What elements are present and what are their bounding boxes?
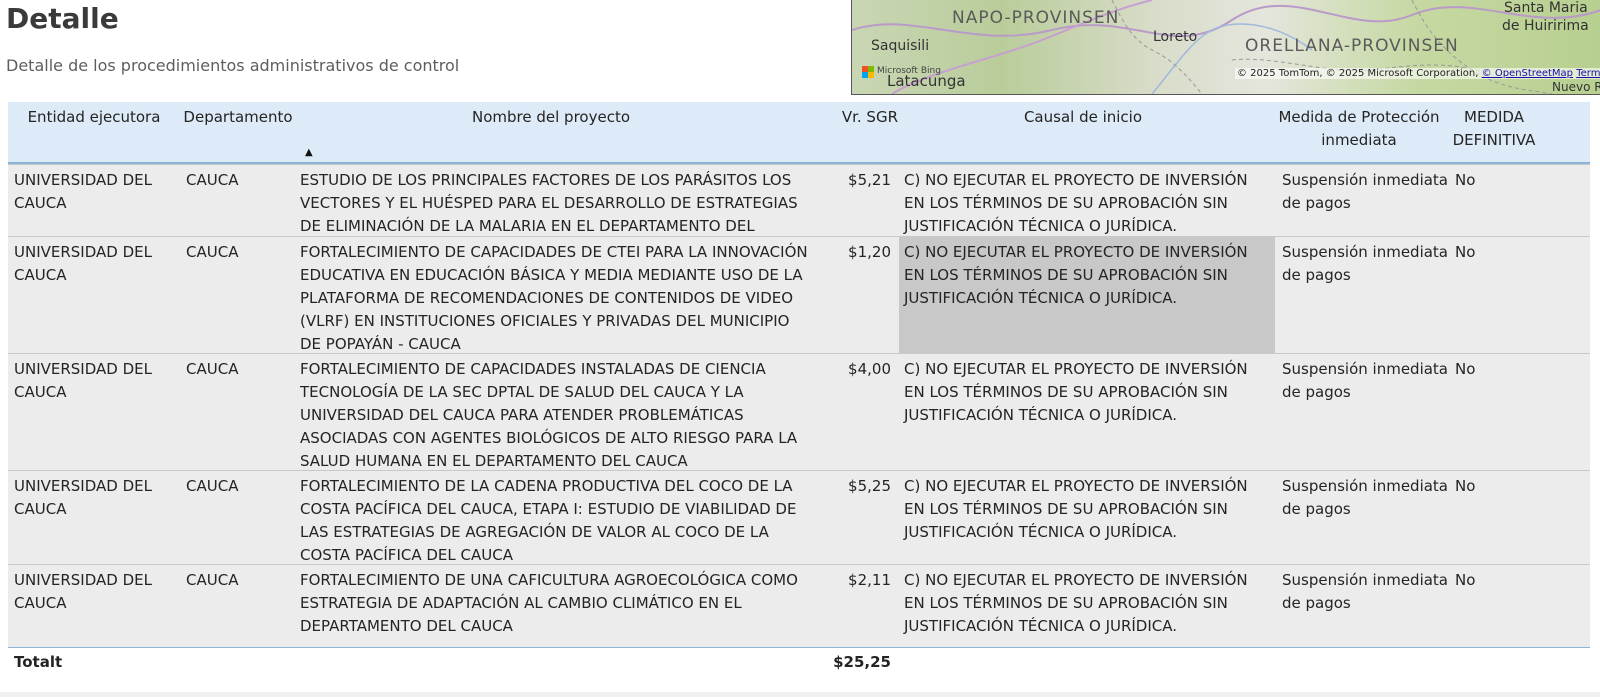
cell-medida[interactable]: Suspensión inmediata de pagos bbox=[1282, 475, 1452, 521]
map-copyright-text: © 2025 TomTom, © 2025 Microsoft Corporat… bbox=[1237, 68, 1479, 79]
cell-departamento[interactable]: CAUCA bbox=[186, 475, 296, 498]
cell-definitiva[interactable]: No bbox=[1455, 169, 1535, 192]
page-title: Detalle bbox=[6, 2, 119, 35]
table-row[interactable]: UNIVERSIDAD DEL CAUCA CAUCA FORTALECIMIENT… bbox=[8, 470, 1590, 565]
detail-table: Entidad ejecutora Departamento Nombre de… bbox=[8, 102, 1590, 164]
sort-ascending-icon[interactable]: ▲ bbox=[305, 147, 313, 158]
map-label-saquisili: Saquisili bbox=[871, 38, 930, 54]
cell-valor[interactable]: $1,20 bbox=[806, 241, 891, 264]
cell-nombre[interactable]: FORTALECIMIENTO DE UNA CAFICULTURA AGROE… bbox=[300, 569, 810, 638]
total-value: $25,25 bbox=[833, 653, 891, 671]
cell-entidad[interactable]: UNIVERSIDAD DEL CAUCA bbox=[14, 358, 174, 404]
header-definitiva[interactable]: MEDIDA DEFINITIVA bbox=[1444, 106, 1544, 152]
header-departamento[interactable]: Departamento bbox=[180, 106, 296, 129]
cell-departamento[interactable]: CAUCA bbox=[186, 358, 296, 381]
cell-causal[interactable]: C) NO EJECUTAR EL PROYECTO DE INVERSIÓN … bbox=[904, 569, 1266, 638]
table-row[interactable]: UNIVERSIDAD DEL CAUCA CAUCA FORTALECIMIENT… bbox=[8, 236, 1590, 354]
cell-definitiva[interactable]: No bbox=[1455, 475, 1535, 498]
terms-link[interactable]: Terms bbox=[1576, 68, 1600, 79]
osm-link[interactable]: © OpenStreetMap bbox=[1482, 68, 1573, 79]
cell-definitiva[interactable]: No bbox=[1455, 358, 1535, 381]
cell-medida[interactable]: Suspensión inmediata de pagos bbox=[1282, 169, 1452, 215]
header-nombre[interactable]: Nombre del proyecto bbox=[296, 106, 806, 129]
cell-valor[interactable]: $4,00 bbox=[806, 358, 891, 381]
cell-medida[interactable]: Suspensión inmediata de pagos bbox=[1282, 358, 1452, 404]
cell-definitiva[interactable]: No bbox=[1455, 241, 1535, 264]
header-causal[interactable]: Causal de inicio bbox=[898, 106, 1268, 129]
cell-nombre[interactable]: FORTALECIMIENTO DE CAPACIDADES DE CTEI P… bbox=[300, 241, 810, 356]
cell-departamento[interactable]: CAUCA bbox=[186, 569, 296, 592]
total-divider bbox=[8, 647, 1590, 648]
map-label-santa-maria: Santa Maria bbox=[1504, 0, 1588, 16]
cell-valor[interactable]: $5,25 bbox=[806, 475, 891, 498]
cell-nombre[interactable]: FORTALECIMIENTO DE LA CADENA PRODUCTIVA … bbox=[300, 475, 810, 567]
cell-entidad[interactable]: UNIVERSIDAD DEL CAUCA bbox=[14, 169, 174, 215]
map-label-loreto: Loreto bbox=[1153, 29, 1198, 45]
bing-attribution: Microsoft Bing bbox=[877, 66, 941, 76]
header-medida[interactable]: Medida de Protección inmediata bbox=[1274, 106, 1444, 152]
microsoft-logo-icon bbox=[862, 66, 874, 78]
cell-definitiva[interactable]: No bbox=[1455, 569, 1535, 592]
map-label-orellana: ORELLANA-PROVINSEN bbox=[1245, 36, 1459, 56]
table-row[interactable]: UNIVERSIDAD DEL CAUCA CAUCA ESTUDIO DE LOS… bbox=[8, 164, 1590, 258]
cell-valor[interactable]: $2,11 bbox=[806, 569, 891, 592]
cell-causal[interactable]: C) NO EJECUTAR EL PROYECTO DE INVERSIÓN … bbox=[904, 475, 1266, 544]
header-valor[interactable]: Vr. SGR bbox=[808, 106, 898, 129]
total-label: Totalt bbox=[14, 653, 63, 671]
cell-medida[interactable]: Suspensión inmediata de pagos bbox=[1282, 241, 1452, 287]
table-header: Entidad ejecutora Departamento Nombre de… bbox=[8, 102, 1590, 164]
cell-entidad[interactable]: UNIVERSIDAD DEL CAUCA bbox=[14, 241, 174, 287]
page-subtitle: Detalle de los procedimientos administra… bbox=[6, 56, 460, 75]
table-row[interactable]: UNIVERSIDAD DEL CAUCA CAUCA FORTALECIMIENT… bbox=[8, 564, 1590, 648]
cell-causal[interactable]: C) NO EJECUTAR EL PROYECTO DE INVERSIÓN … bbox=[904, 241, 1266, 310]
cell-valor[interactable]: $5,21 bbox=[806, 169, 891, 192]
map-label-nuevo: Nuevo R bbox=[1552, 80, 1600, 94]
map-copyright: © 2025 TomTom, © 2025 Microsoft Corporat… bbox=[1235, 68, 1600, 79]
cell-entidad[interactable]: UNIVERSIDAD DEL CAUCA bbox=[14, 475, 174, 521]
cell-departamento[interactable]: CAUCA bbox=[186, 241, 296, 264]
cell-causal[interactable]: C) NO EJECUTAR EL PROYECTO DE INVERSIÓN … bbox=[904, 169, 1266, 238]
bottom-scrollbar[interactable] bbox=[0, 692, 1600, 697]
cell-entidad[interactable]: UNIVERSIDAD DEL CAUCA bbox=[14, 569, 174, 615]
cell-departamento[interactable]: CAUCA bbox=[186, 169, 296, 192]
map-label-napo: NAPO-PROVINSEN bbox=[952, 8, 1120, 28]
header-entidad[interactable]: Entidad ejecutora bbox=[8, 106, 180, 129]
cell-nombre[interactable]: FORTALECIMIENTO DE CAPACIDADES INSTALADA… bbox=[300, 358, 810, 473]
cell-medida[interactable]: Suspensión inmediata de pagos bbox=[1282, 569, 1452, 615]
cell-causal[interactable]: C) NO EJECUTAR EL PROYECTO DE INVERSIÓN … bbox=[904, 358, 1266, 427]
table-row[interactable]: UNIVERSIDAD DEL CAUCA CAUCA FORTALECIMIENT… bbox=[8, 353, 1590, 471]
map-visual[interactable]: NAPO-PROVINSEN ORELLANA-PROVINSEN Saquis… bbox=[851, 0, 1600, 95]
map-label-huiririma: de Huiririma bbox=[1502, 18, 1589, 34]
